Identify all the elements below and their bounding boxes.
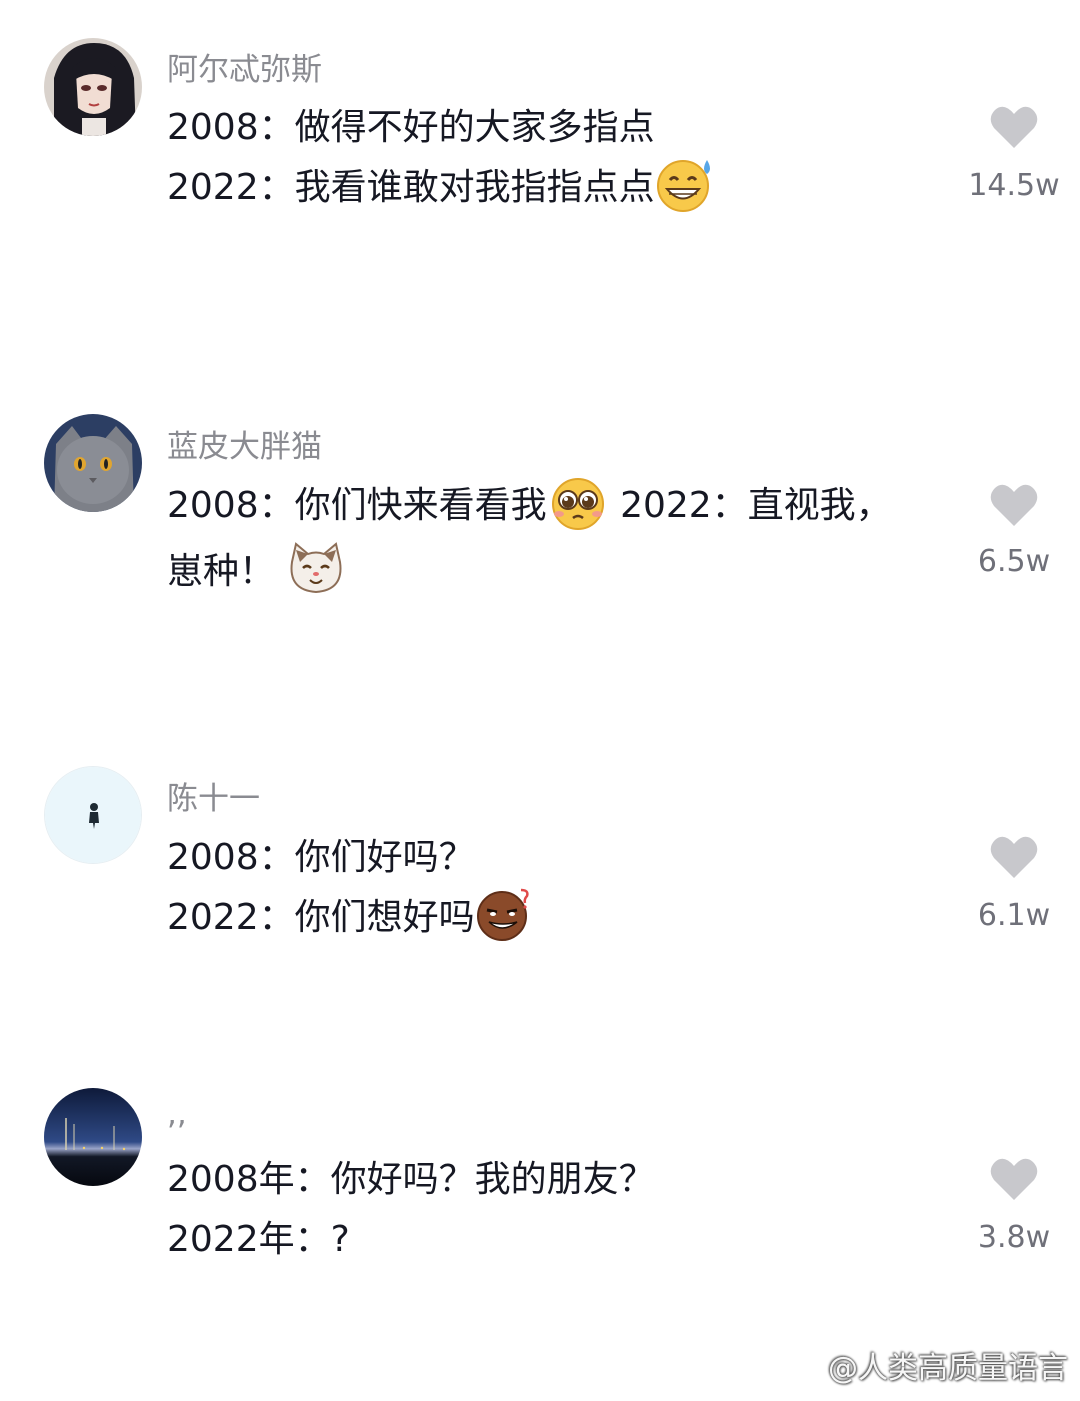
comment-text-line: 2022：你们想好吗 bbox=[167, 888, 535, 942]
comment-text: 2008：你们好吗？ bbox=[167, 837, 475, 878]
comment-text: 2022：你们想好吗 bbox=[167, 897, 475, 938]
like-button[interactable]: 14.5w bbox=[949, 104, 1079, 203]
heart-icon bbox=[990, 106, 1038, 148]
tiny-figure-avatar-image bbox=[45, 767, 141, 863]
avatar[interactable] bbox=[44, 1088, 142, 1186]
weibo-icon bbox=[784, 1356, 823, 1385]
like-button[interactable]: 6.5w bbox=[949, 482, 1079, 579]
pleading-emoji bbox=[551, 478, 604, 530]
comment-text-line: 2008：你们好吗？ bbox=[167, 836, 475, 880]
comment-text: 2022：直视我， bbox=[608, 485, 892, 526]
like-button[interactable]: 3.8w bbox=[949, 1156, 1079, 1255]
avatar[interactable] bbox=[44, 38, 142, 136]
like-count: 14.5w bbox=[968, 168, 1060, 203]
like-count: 6.5w bbox=[977, 544, 1051, 579]
smirk-coffee-emoji bbox=[476, 888, 529, 941]
username[interactable]: 陈十一 bbox=[167, 773, 260, 818]
comment-text-line: 2022年：? bbox=[167, 1218, 350, 1262]
grin-sweat-emoji bbox=[656, 160, 710, 212]
comment-text: 2008：做得不好的大家多指点 bbox=[167, 107, 655, 148]
anime-girl-avatar-image bbox=[44, 38, 142, 136]
username[interactable]: 蓝皮大胖猫 bbox=[167, 421, 322, 466]
comment-text: 2008：你们快来看看我 bbox=[167, 485, 547, 526]
like-button[interactable]: 6.1w bbox=[949, 834, 1079, 933]
comment-text-line: 2022：我看谁敢对我指指点点 bbox=[167, 160, 715, 212]
comment-text-line: 2008年：你好吗？我的朋友？ bbox=[167, 1158, 655, 1202]
night-harbor-avatar-image bbox=[44, 1088, 142, 1186]
watermark: @人类高质量语言 bbox=[784, 1343, 1068, 1387]
heart-icon bbox=[990, 836, 1038, 878]
comment-text: 2008年：你好吗？我的朋友？ bbox=[167, 1159, 655, 1200]
comment-text-line: 2008：做得不好的大家多指点 bbox=[167, 106, 655, 150]
heart-icon bbox=[990, 484, 1038, 526]
comment-text-line: 崽种！ bbox=[167, 542, 346, 596]
heart-icon bbox=[990, 1158, 1038, 1200]
comment-text-line: 2008：你们快来看看我 2022：直视我， bbox=[167, 478, 892, 530]
like-count: 3.8w bbox=[977, 1220, 1051, 1255]
comment-text: 2022年：? bbox=[167, 1219, 350, 1260]
watermark-text: @人类高质量语言 bbox=[828, 1351, 1068, 1386]
username[interactable]: ,, bbox=[167, 1096, 187, 1132]
avatar[interactable] bbox=[44, 766, 142, 864]
comment-text: 2022：我看谁敢对我指指点点 bbox=[167, 167, 655, 208]
cat-face-emoji bbox=[290, 542, 342, 594]
like-count: 6.1w bbox=[977, 898, 1051, 933]
username[interactable]: 阿尔忒弥斯 bbox=[167, 44, 322, 89]
avatar[interactable] bbox=[44, 414, 142, 512]
gray-cat-avatar-image bbox=[44, 414, 142, 512]
comment-text: 崽种！ bbox=[167, 551, 276, 592]
